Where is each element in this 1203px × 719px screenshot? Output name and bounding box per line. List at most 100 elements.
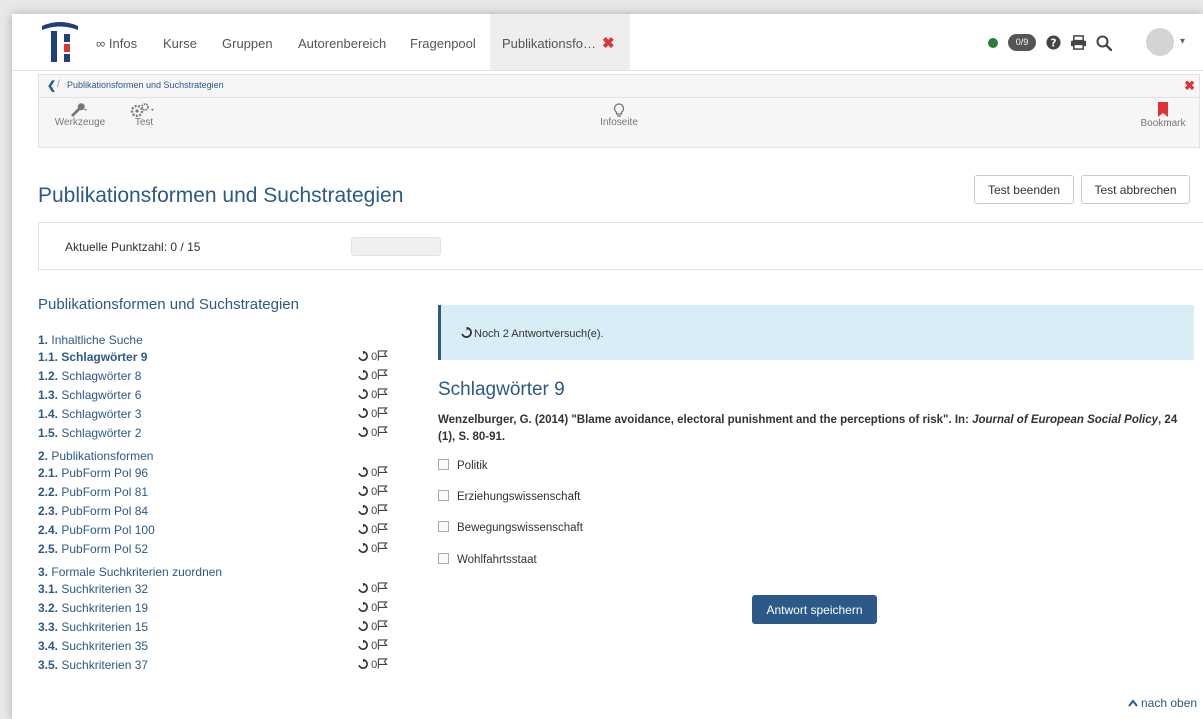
question-list-item[interactable]: 2.1. PubForm Pol 96 0	[38, 464, 408, 483]
question-number: 2.1.	[38, 466, 59, 480]
answer-option-politik[interactable]: Politik	[438, 459, 488, 472]
question-list-item[interactable]: 1.2. Schlagwörter 8 0	[38, 367, 408, 386]
refresh-icon	[358, 620, 368, 631]
search-icon[interactable]	[1096, 35, 1112, 51]
flag-icon[interactable]	[377, 639, 388, 650]
answer-checkbox[interactable]	[438, 490, 449, 501]
question-number: 2.3.	[38, 504, 59, 518]
question-label: Schlagwörter 6	[61, 388, 142, 402]
flag-icon[interactable]	[377, 582, 388, 593]
question-number: 2.4.	[38, 523, 59, 537]
progress-badge[interactable]: 0/9	[1008, 34, 1036, 51]
breadcrumb-link[interactable]: Publikationsformen und Suchstrategien	[67, 80, 224, 90]
question-text-main: Wenzelburger, G. (2014) "Blame avoidance…	[438, 414, 973, 426]
nav-kurse[interactable]: Kurse	[163, 36, 197, 51]
chevron-down-icon[interactable]: ▾	[1180, 36, 1185, 47]
flag-icon[interactable]	[377, 407, 388, 418]
nav-tab-active-label: Publikationsfo…	[502, 36, 596, 51]
question-list-item[interactable]: 3.5. Suchkriterien 37 0	[38, 656, 408, 675]
flag-icon[interactable]	[377, 485, 388, 496]
question-title: Schlagwörter 9	[438, 379, 565, 400]
flag-icon[interactable]	[377, 369, 388, 380]
nav-infos[interactable]: ∞ Infos	[96, 36, 137, 51]
question-list-item[interactable]: 3.1. Suchkriterien 32 0	[38, 580, 408, 599]
flag-icon[interactable]	[377, 466, 388, 477]
help-icon[interactable]: ?	[1046, 35, 1061, 50]
tool-bookmark[interactable]: Bookmark	[1135, 101, 1191, 129]
question-meta: 0	[358, 386, 388, 405]
logo-icon[interactable]	[40, 20, 80, 64]
answer-checkbox[interactable]	[438, 459, 449, 470]
save-answer-button[interactable]: Antwort speichern	[752, 595, 877, 624]
answer-option-label: Wohlfahrtsstaat	[457, 554, 537, 566]
question-label: Schlagwörter 2	[61, 426, 142, 440]
tool-test[interactable]: Test	[129, 101, 159, 128]
answer-option-erziehungswissenschaft[interactable]: Erziehungswissenschaft	[438, 490, 580, 503]
close-icon[interactable]: ✖	[1184, 78, 1195, 94]
section-title: 1. Inhaltliche Suche	[38, 332, 408, 348]
question-list-item[interactable]: 1.3. Schlagwörter 6 0	[38, 386, 408, 405]
nav-gruppen[interactable]: Gruppen	[222, 36, 273, 51]
question-list-item[interactable]: 3.4. Suchkriterien 35 0	[38, 637, 408, 656]
refresh-icon	[358, 504, 368, 515]
question-number: 1.2.	[38, 369, 59, 383]
question-meta: 0	[358, 618, 388, 637]
question-list-item[interactable]: 2.2. PubForm Pol 81 0	[38, 483, 408, 502]
tool-werkzeuge[interactable]: Werkzeuge	[53, 101, 107, 128]
avatar[interactable]	[1146, 28, 1174, 56]
flag-icon[interactable]	[377, 658, 388, 669]
refresh-icon	[358, 582, 368, 593]
section-title: 3. Formale Suchkriterien zuordnen	[38, 564, 408, 580]
answer-checkbox[interactable]	[438, 521, 449, 532]
question-label: PubForm Pol 52	[61, 542, 149, 556]
answer-option-wohlfahrtsstaat[interactable]: Wohlfahrtsstaat	[438, 553, 537, 566]
question-list-item[interactable]: 3.3. Suchkriterien 15 0	[38, 618, 408, 637]
refresh-icon	[358, 523, 368, 534]
question-list-item[interactable]: 1.5. Schlagwörter 2 0	[38, 424, 408, 443]
flag-icon[interactable]	[377, 388, 388, 399]
nav-fragenpool[interactable]: Fragenpool	[410, 36, 476, 51]
flag-icon[interactable]	[377, 350, 388, 361]
question-meta: 0	[358, 367, 388, 386]
print-icon[interactable]	[1070, 35, 1087, 50]
question-meta: 0	[358, 464, 388, 483]
toolbar: ❮ / Publikationsformen und Suchstrategie…	[38, 74, 1200, 148]
question-list-item[interactable]: 2.3. PubForm Pol 84 0	[38, 502, 408, 521]
question-list-item[interactable]: 1.1. Schlagwörter 9 0	[38, 348, 408, 367]
refresh-icon	[358, 350, 368, 361]
question-list-item[interactable]: 2.4. PubForm Pol 100 0	[38, 521, 408, 540]
flag-icon[interactable]	[377, 504, 388, 515]
flag-icon[interactable]	[377, 523, 388, 534]
refresh-icon	[358, 485, 368, 496]
question-list-item[interactable]: 2.5. PubForm Pol 52 0	[38, 540, 408, 559]
flag-icon[interactable]	[377, 542, 388, 553]
nav-tab-active[interactable]: Publikationsfo… ✖	[490, 14, 630, 70]
end-test-button[interactable]: Test beenden	[974, 175, 1074, 204]
close-icon[interactable]: ✖	[602, 34, 615, 52]
flag-icon[interactable]	[377, 426, 388, 437]
refresh-icon	[358, 369, 368, 380]
back-to-top-link[interactable]: nach oben	[1128, 696, 1197, 710]
question-list-item[interactable]: 1.4. Schlagwörter 3 0	[38, 405, 408, 424]
score-progress-bar	[351, 237, 441, 256]
question-list-item[interactable]: 3.2. Suchkriterien 19 0	[38, 599, 408, 618]
refresh-icon	[461, 326, 472, 338]
chevron-up-icon	[1128, 699, 1138, 707]
answer-checkbox[interactable]	[438, 553, 449, 564]
question-label: Suchkriterien 35	[61, 639, 149, 653]
tool-infoseite[interactable]: Infoseite	[594, 101, 644, 128]
flag-icon[interactable]	[377, 601, 388, 612]
flag-icon[interactable]	[377, 620, 388, 631]
answer-option-label: Politik	[457, 460, 488, 472]
nav-autorenbereich[interactable]: Autorenbereich	[298, 36, 386, 51]
cancel-test-button[interactable]: Test abbrechen	[1081, 175, 1190, 204]
question-text-journal: Journal of European Social Policy	[972, 414, 1159, 426]
question-meta: 0	[358, 405, 388, 424]
refresh-icon	[358, 388, 368, 399]
answer-option-bewegungswissenschaft[interactable]: Bewegungswissenschaft	[438, 521, 583, 534]
section-number: 2.	[38, 449, 49, 463]
question-meta: 0	[358, 502, 388, 521]
question-label: PubForm Pol 81	[61, 485, 149, 499]
section-title: 2. Publikationsformen	[38, 448, 408, 464]
back-icon[interactable]: ❮	[47, 79, 56, 92]
